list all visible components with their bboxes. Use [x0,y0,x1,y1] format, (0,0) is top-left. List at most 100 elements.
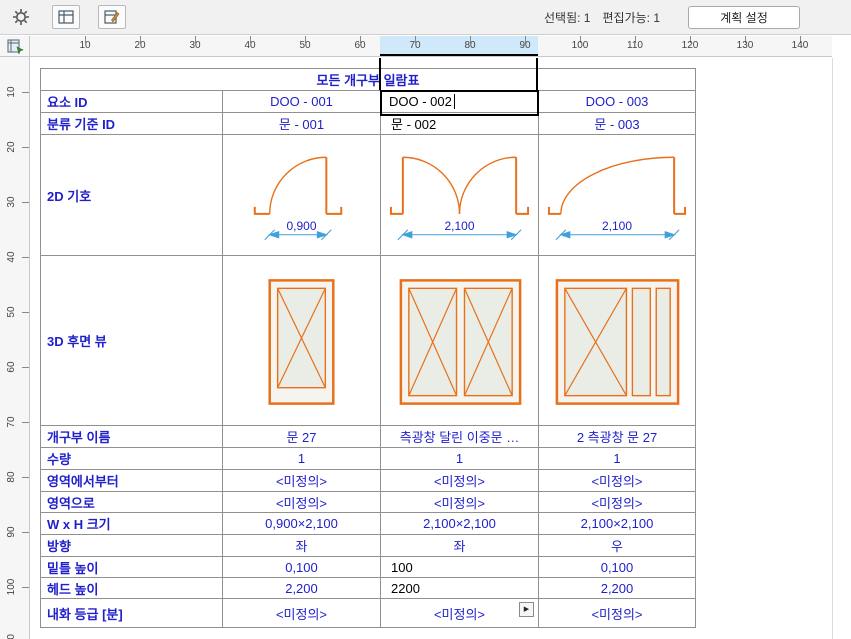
v-ruler-number: 60 [5,361,17,373]
h-ruler-number: 20 [134,40,146,51]
cell-opening-name-2[interactable]: 측광창 달린 이중문 … [381,426,539,448]
settings-gear-icon[interactable] [8,5,34,29]
v-ruler-number: 80 [5,471,17,483]
cell-sill-height-3[interactable]: 0,100 [539,557,696,578]
h-ruler-number: 100 [571,40,589,51]
selection-status: 선택됨: 1 편집가능: 1 [532,9,660,26]
cell-fire-rating-1[interactable]: <미정의> [223,599,381,628]
cell-sill-height-2[interactable]: 100 [381,557,539,578]
cell-element-id-3[interactable]: DOO - 003 [539,91,696,113]
horizontal-ruler[interactable]: 10 20 30 40 50 60 70 80 90 100 110 120 130 140 [30,36,832,57]
cell-element-id-1[interactable]: DOO - 001 [223,91,381,113]
cell-from-zone-2[interactable]: <미정의> [381,470,539,492]
h-ruler-number: 40 [244,40,256,51]
cell-quantity-1[interactable]: 1 [223,448,381,470]
h-ruler-number: 90 [519,40,531,51]
right-arrow-icon: ▶ [523,605,530,613]
cell-opening-name-3[interactable]: 2 측광창 문 27 [539,426,696,448]
cell-orientation-2[interactable]: 좌 [381,535,539,557]
expand-options-button[interactable]: ▶ [519,602,534,617]
single-door-plan-symbol [253,156,343,241]
cell-2d-symbol-3[interactable]: 2,100 [539,135,696,256]
h-ruler-number: 80 [464,40,476,51]
cell-quantity-2[interactable]: 1 [381,448,539,470]
app-window: 선택됨: 1 편집가능: 1 계획 설정 10 20 30 40 50 60 70 80 90 10… [0,0,851,639]
row-label-3d-rear-view[interactable]: 3D 후면 뷰 [41,256,223,426]
cell-head-height-2[interactable]: 2200 [381,578,539,599]
h-ruler-number: 10 [79,40,91,51]
cell-classification-id-3[interactable]: 문 - 003 [539,113,696,135]
cell-3d-view-1[interactable] [223,256,381,426]
cell-3d-view-3[interactable] [539,256,696,426]
dimension-text: 2,100 [601,219,633,233]
cell-fire-rating-2-value: <미정의> [433,606,486,622]
row-label-sill-height[interactable]: 밑틀 높이 [41,557,223,578]
row-label-element-id[interactable]: 요소 ID [41,91,223,113]
single-door-elevation [268,279,335,405]
cell-2d-symbol-2[interactable]: 2,100 [381,135,539,256]
cell-opening-name-1[interactable]: 문 27 [223,426,381,448]
row-label-orientation[interactable]: 방향 [41,535,223,557]
row-label-head-height[interactable]: 헤드 높이 [41,578,223,599]
row-label-to-zone[interactable]: 영역으로 [41,492,223,513]
cell-to-zone-3[interactable]: <미정의> [539,492,696,513]
double-door-plan-symbol [389,156,530,241]
cell-element-id-2-editing[interactable]: DOO - 002 [380,90,539,116]
cell-from-zone-1[interactable]: <미정의> [223,470,381,492]
dimension-text: 2,100 [444,219,475,233]
row-label-2d-symbol[interactable]: 2D 기호 [41,135,223,256]
cell-wxh-1[interactable]: 0,900×2,100 [223,513,381,535]
row-label-opening-name[interactable]: 개구부 이름 [41,426,223,448]
text-caret [453,94,455,109]
edit-field-text: DOO - 002 [389,94,452,109]
schedule-canvas[interactable]: 모든 개구부 일람표 요소 ID DOO - 001 DOO - 002 DOO… [31,58,851,639]
cell-sill-height-1[interactable]: 0,100 [223,557,381,578]
schedule-title[interactable]: 모든 개구부 일람표 [41,69,696,91]
plan-settings-button[interactable]: 계획 설정 [688,5,800,29]
cell-fire-rating-2[interactable]: <미정의> ▶ [381,599,539,628]
cell-head-height-3[interactable]: 2,200 [539,578,696,599]
editable-count-label: 편집가능: 1 [602,10,660,25]
row-label-fire-rating[interactable]: 내화 등급 [분] [41,599,223,628]
v-ruler-number: 30 [5,196,17,208]
ruler-corner[interactable] [0,36,30,57]
cell-head-height-1[interactable]: 2,200 [223,578,381,599]
cell-to-zone-2[interactable]: <미정의> [381,492,539,513]
scheme-settings-button[interactable] [52,5,80,29]
h-ruler-number: 110 [627,40,643,51]
cell-wxh-3[interactable]: 2,100×2,100 [539,513,696,535]
gear-icon [13,9,29,25]
table-edit-icon [104,10,120,24]
h-ruler-number: 50 [299,40,311,51]
vertical-ruler[interactable]: 10 20 30 40 50 60 70 80 90 100 110 [0,57,30,639]
h-ruler-number: 30 [189,40,201,51]
selected-count-label: 선택됨: 1 [544,10,591,25]
cell-wxh-2[interactable]: 2,100×2,100 [381,513,539,535]
v-ruler-number: 50 [5,306,17,318]
cell-classification-id-2[interactable]: 문 - 002 [381,113,539,135]
cell-fire-rating-3[interactable]: <미정의> [539,599,696,628]
h-ruler-number: 70 [409,40,421,51]
row-label-quantity[interactable]: 수량 [41,448,223,470]
table-layout-icon [58,10,74,24]
cell-classification-id-1[interactable]: 문 - 001 [223,113,381,135]
v-ruler-number: 40 [5,251,17,263]
cell-orientation-1[interactable]: 좌 [223,535,381,557]
edit-scheme-button[interactable] [98,5,126,29]
row-label-classification-id[interactable]: 분류 기준 ID [41,113,223,135]
cell-to-zone-1[interactable]: <미정의> [223,492,381,513]
double-door-elevation [399,279,522,405]
h-ruler-number: 140 [791,40,809,51]
row-label-from-zone[interactable]: 영역에서부터 [41,470,223,492]
v-ruler-number: 10 [5,86,17,98]
h-ruler-number: 120 [681,40,699,51]
cell-orientation-3[interactable]: 우 [539,535,696,557]
row-label-wxh-size[interactable]: W x H 크기 [41,513,223,535]
door-with-two-sidelights-elevation [555,279,680,405]
wide-single-door-plan-symbol [547,156,687,241]
cell-2d-symbol-1[interactable]: 0,900 [223,135,381,256]
cell-quantity-3[interactable]: 1 [539,448,696,470]
cell-3d-view-2[interactable] [381,256,539,426]
cell-from-zone-3[interactable]: <미정의> [539,470,696,492]
ruler-origin-icon [6,39,24,54]
